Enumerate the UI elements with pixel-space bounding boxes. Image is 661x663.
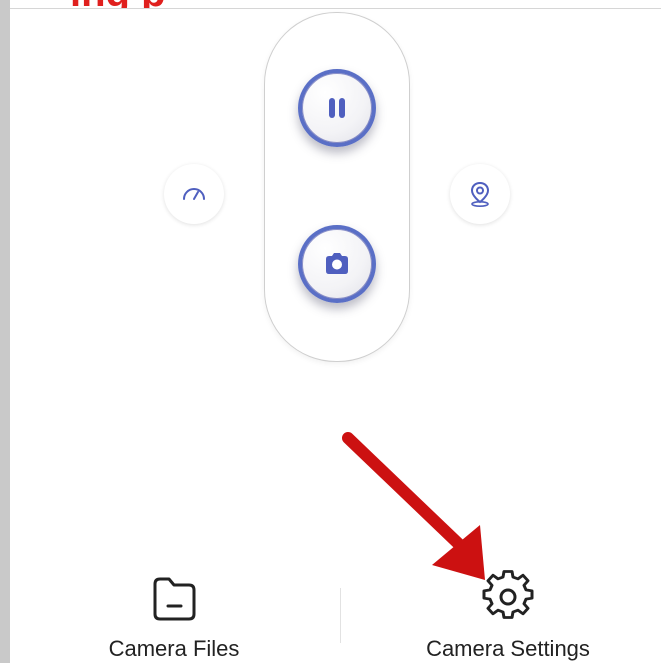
tab-camera-settings-label: Camera Settings xyxy=(426,636,590,661)
location-button[interactable] xyxy=(450,164,510,224)
folder-icon xyxy=(153,577,196,621)
top-divider xyxy=(10,8,661,9)
location-pin-icon xyxy=(470,181,490,207)
nav-divider xyxy=(340,588,341,643)
tab-camera-settings[interactable]: Camera Settings xyxy=(398,570,618,663)
speedometer-icon xyxy=(183,188,205,200)
speed-button[interactable] xyxy=(164,164,224,224)
take-photo-button[interactable] xyxy=(298,225,376,303)
left-border xyxy=(0,0,10,663)
gear-icon xyxy=(482,570,534,619)
tab-camera-files-label: Camera Files xyxy=(108,636,240,661)
camera-icon xyxy=(326,253,348,274)
pause-icon xyxy=(329,98,345,118)
caption-banner: ing p xyxy=(10,0,661,8)
control-capsule xyxy=(264,12,410,362)
camera-screen: ing p xyxy=(0,0,661,663)
tab-camera-files[interactable]: Camera Files xyxy=(64,570,284,663)
pause-button[interactable] xyxy=(298,69,376,147)
bottom-navigation: Camera Files Camera Settings xyxy=(10,570,661,663)
caption-text: ing p xyxy=(70,0,166,8)
